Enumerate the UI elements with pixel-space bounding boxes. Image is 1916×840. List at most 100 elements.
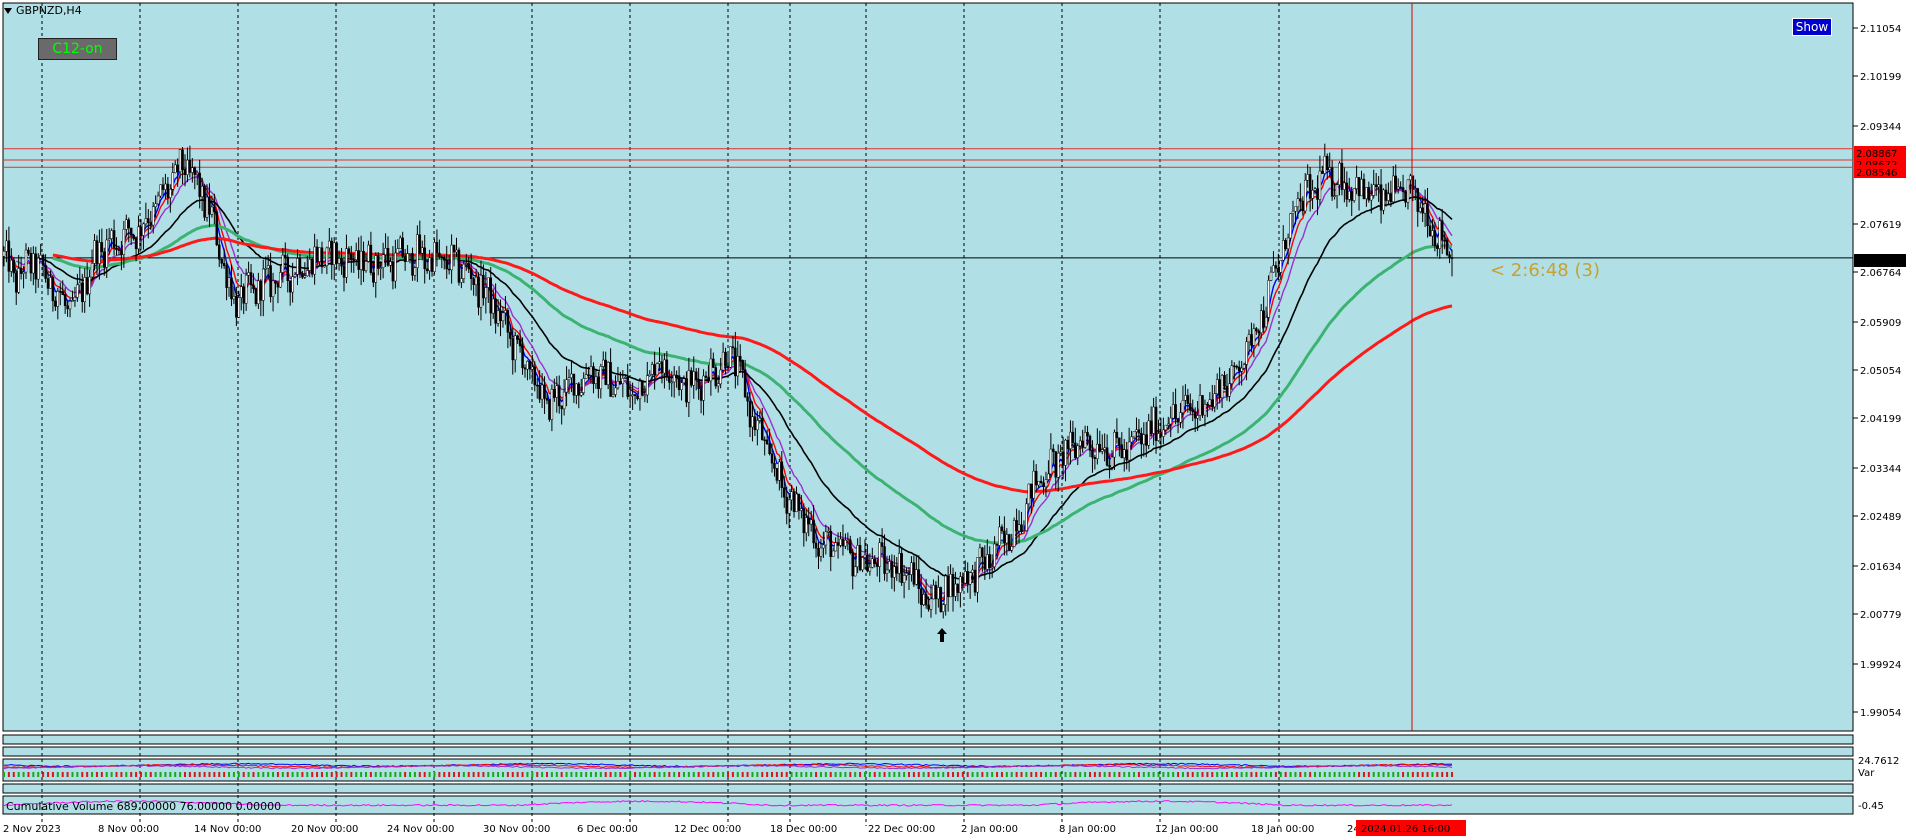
oscillator-bar — [594, 772, 597, 777]
candle — [548, 399, 551, 422]
oscillator-bar — [1362, 772, 1365, 777]
oscillator-bar — [1079, 772, 1082, 777]
oscillator-bar — [1451, 772, 1453, 777]
price-tick-label: 1.99924 — [1860, 660, 1901, 671]
oscillator-bar — [413, 772, 416, 777]
dropdown-triangle-icon[interactable] — [4, 7, 12, 14]
oscillator-bar — [1157, 772, 1160, 777]
candle — [729, 346, 732, 368]
time-axis-label: 2 Jan 00:00 — [961, 824, 1018, 835]
oscillator-bar — [369, 772, 372, 777]
oscillator-bar — [908, 772, 910, 777]
subpanel-2 — [2, 746, 1854, 757]
oscillator-bar — [1318, 772, 1321, 777]
candle — [159, 184, 162, 199]
oscillator-bar — [1240, 772, 1243, 777]
oscillator-bar — [590, 772, 593, 777]
candle — [1382, 188, 1385, 215]
oscillator-bar — [208, 772, 211, 777]
oscillator-bar — [51, 772, 54, 777]
oscillator-bar — [912, 772, 915, 777]
oscillator-bar — [1172, 772, 1175, 777]
oscillator-bar — [22, 772, 25, 777]
candle — [655, 362, 659, 376]
oscillator-bar — [859, 772, 862, 777]
oscillator-bar — [546, 772, 548, 777]
oscillator-bar — [834, 772, 837, 777]
oscillator-bar — [37, 772, 40, 777]
oscillator-bar — [130, 772, 133, 777]
candle — [215, 209, 219, 247]
oscillator-bar — [521, 772, 524, 777]
oscillator-bar — [306, 772, 309, 777]
oscillator-bar — [1392, 772, 1395, 777]
oscillator-bar — [203, 772, 206, 777]
oscillator-bar — [1206, 772, 1209, 777]
candle — [1008, 533, 1011, 552]
oscillator-bar — [868, 772, 871, 777]
oscillator-bar — [32, 772, 35, 777]
oscillator-bar — [560, 772, 563, 777]
oscillator-bar — [937, 772, 940, 777]
oscillator-bar — [47, 772, 50, 777]
oscillator-bar — [1133, 772, 1136, 777]
candle — [1012, 517, 1016, 547]
show-button[interactable]: Show — [1792, 18, 1832, 36]
oscillator-bar — [482, 772, 485, 777]
oscillator-bar — [898, 772, 901, 777]
oscillator-bar — [1235, 772, 1238, 777]
cumulative-volume-label: Cumulative Volume 689.00000 76.00000 0.0… — [6, 800, 282, 813]
oscillator-bar — [638, 772, 641, 777]
oscillator-bar — [839, 772, 842, 777]
symbol-label[interactable]: GBPNZD,H4 — [4, 4, 82, 17]
oscillator-bar — [1382, 772, 1385, 777]
oscillator-bar — [472, 772, 475, 777]
oscillator-bar — [1245, 772, 1248, 777]
oscillator-bar — [188, 772, 191, 777]
oscillator-bar — [115, 772, 118, 777]
price-tick-label: 2.07619 — [1860, 220, 1901, 231]
oscillator-bar — [164, 772, 167, 777]
price-tick-label: 2.10199 — [1860, 72, 1901, 83]
oscillator-bar — [91, 772, 94, 777]
oscillator-bar — [374, 772, 377, 777]
oscillator-bar — [149, 772, 152, 777]
oscillator-bar — [682, 772, 685, 777]
oscillator-bar — [727, 772, 729, 777]
oscillator-bar — [135, 772, 138, 777]
price-chart[interactable]: 2.11054 2.10199 2.09344 2.07619 2.06764 2.059… — [0, 0, 1916, 840]
c12-toggle-button[interactable]: C12-on — [38, 38, 117, 60]
oscillator-bar — [1059, 772, 1062, 777]
oscillator-bar — [1230, 772, 1233, 777]
oscillator-bar — [1010, 772, 1013, 777]
oscillator-bar — [1426, 772, 1429, 777]
subpanel-1 — [2, 734, 1854, 745]
oscillator-bar — [1328, 772, 1331, 777]
oscillator-bar — [1221, 772, 1224, 777]
candle — [690, 367, 693, 388]
oscillator-bar — [17, 772, 20, 777]
oscillator-bar — [903, 772, 906, 777]
oscillator-bar — [687, 772, 690, 777]
oscillator-bar — [159, 772, 162, 777]
oscillator-bar — [1040, 772, 1043, 777]
candle — [1352, 188, 1356, 203]
oscillator-bar — [849, 772, 852, 777]
oscillator-bar — [981, 772, 984, 777]
oscillator-bar — [497, 772, 500, 777]
oscillator-bar — [1348, 772, 1351, 777]
oscillator-bar — [1255, 772, 1258, 777]
oscillator-bar — [678, 772, 681, 777]
oscillator-bar — [291, 772, 294, 777]
time-axis-label: 8 Nov 00:00 — [98, 824, 159, 835]
oscillator-bar — [184, 772, 186, 777]
oscillator-bar — [232, 772, 235, 777]
oscillator-bar — [139, 772, 142, 777]
oscillator-bar — [1416, 772, 1419, 777]
oscillator-bar — [966, 772, 969, 777]
oscillator-bar — [61, 772, 64, 777]
oscillator-bar — [1250, 772, 1253, 777]
oscillator-bar — [1074, 772, 1077, 777]
oscillator-bar — [325, 772, 328, 777]
oscillator-bar — [643, 772, 646, 777]
